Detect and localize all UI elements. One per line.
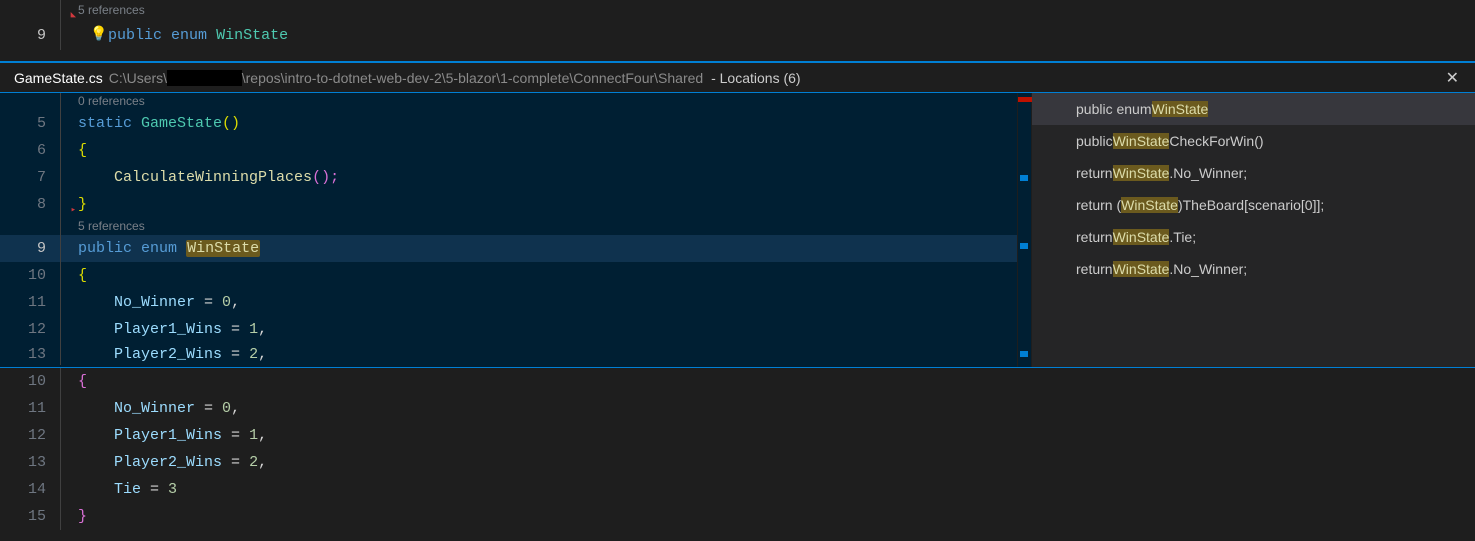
codelens-link[interactable]: 0 references — [74, 93, 145, 110]
breakpoint-marker: ◣ — [71, 2, 76, 29]
line-gutter: 5 — [0, 110, 58, 137]
reference-item[interactable]: public enum WinState — [1032, 93, 1475, 125]
reference-item[interactable]: return WinState.No_Winner; — [1032, 253, 1475, 285]
peek-header: GameState.cs C:\Users\XXXXXXXX\repos\int… — [0, 62, 1475, 92]
reference-item[interactable]: return WinState.No_Winner; — [1032, 157, 1475, 189]
ruler-error-marker — [1018, 97, 1032, 102]
reference-item[interactable]: return WinState.Tie; — [1032, 221, 1475, 253]
peek-filepath: C:\Users\XXXXXXXX\repos\intro-to-dotnet-… — [109, 70, 1440, 86]
ruler-marker — [1020, 243, 1028, 249]
line-gutter: 9 — [0, 22, 58, 49]
lightbulb-icon[interactable]: 💡 — [90, 22, 107, 49]
ruler-marker — [1020, 175, 1028, 181]
peek-reference-list: public enum WinState public WinState Che… — [1031, 93, 1475, 367]
reference-item[interactable]: public WinState CheckForWin() — [1032, 125, 1475, 157]
close-icon[interactable]: ✕ — [1440, 66, 1465, 90]
reference-item[interactable]: return (WinState)TheBoard[scenario[0]]; — [1032, 189, 1475, 221]
codelens-link[interactable]: 5 references — [74, 218, 145, 235]
codelens-link[interactable]: 5 references — [74, 1, 145, 19]
peek-definition-body: 0 references 5 static GameState() 6 { 7 … — [0, 92, 1475, 368]
outer-editor-top: 5 references 9 ◣ 💡 public enum WinState — [0, 0, 1475, 62]
code-text: public enum WinState — [74, 235, 260, 262]
peek-filename: GameState.cs — [14, 70, 103, 86]
overview-ruler[interactable] — [1017, 93, 1031, 367]
peek-code-editor[interactable]: 0 references 5 static GameState() 6 { 7 … — [0, 93, 1017, 367]
ruler-marker — [1020, 351, 1028, 357]
outer-editor-bottom: 10 { 11 No_Winner = 0, 12 Player1_Wins =… — [0, 368, 1475, 530]
code-text: static GameState() — [74, 110, 240, 137]
